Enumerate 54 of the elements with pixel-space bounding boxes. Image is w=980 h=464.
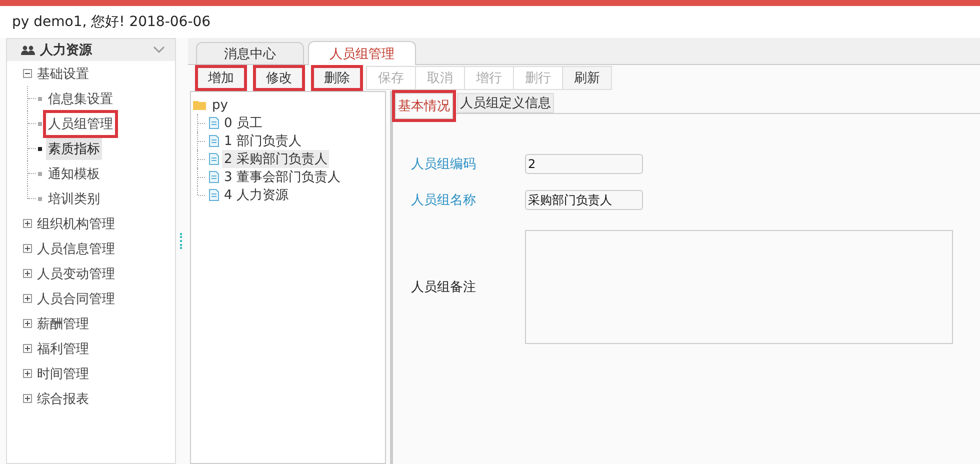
expand-icon[interactable]: [23, 269, 32, 278]
sidebar-item[interactable]: 福利管理: [37, 340, 89, 358]
sidebar-item[interactable]: 人员信息管理: [37, 240, 115, 258]
collapse-icon[interactable]: [23, 69, 32, 78]
sidebar-item[interactable]: 培训类别: [46, 188, 102, 210]
toolbar-button[interactable]: 修改: [254, 66, 304, 90]
toolbar-button[interactable]: 删除: [312, 66, 362, 90]
sidebar-header[interactable]: 人力资源: [7, 39, 175, 61]
people-icon: [21, 45, 35, 55]
document-icon: [209, 153, 219, 165]
tree-node[interactable]: 1 部门负责人: [222, 132, 304, 150]
document-icon: [209, 189, 219, 201]
sidebar-item[interactable]: 信息集设置: [46, 88, 115, 110]
expand-icon[interactable]: [23, 344, 32, 353]
sidebar-title: 人力资源: [40, 42, 94, 59]
expand-icon[interactable]: [23, 319, 32, 328]
expand-icon[interactable]: [23, 394, 32, 403]
expand-icon[interactable]: [23, 244, 32, 253]
splitter-handle[interactable]: [180, 233, 184, 249]
folder-icon: [193, 100, 206, 110]
tree-node[interactable]: 3 董事会部门负责人: [222, 168, 342, 186]
sidebar-item[interactable]: 人员合同管理: [37, 290, 115, 308]
sidebar-item[interactable]: 薪酬管理: [37, 314, 89, 332]
sidebar-item[interactable]: 基础设置: [37, 64, 89, 82]
document-icon: [209, 135, 219, 147]
toolbar-button[interactable]: 刷新: [562, 66, 612, 90]
sidebar-item[interactable]: 人员组管理: [46, 112, 115, 134]
tab[interactable]: 消息中心: [196, 42, 304, 64]
field-label: 人员组名称: [410, 192, 477, 209]
field-label: 人员组编码: [410, 156, 477, 173]
sidebar-item[interactable]: 通知模板: [46, 162, 102, 184]
tree-node[interactable]: 2 采购部门负责人: [222, 150, 330, 168]
tab[interactable]: 人员组定义信息: [457, 93, 554, 113]
sidebar-item[interactable]: 时间管理: [37, 364, 89, 382]
input-field[interactable]: 采购部门负责人: [525, 190, 643, 210]
expand-icon[interactable]: [23, 219, 32, 228]
textarea-field[interactable]: [525, 230, 953, 344]
sidebar-item[interactable]: 综合报表: [37, 390, 89, 408]
sidebar-item[interactable]: 人员变动管理: [37, 264, 115, 282]
tree-node[interactable]: 4 人力资源: [222, 186, 290, 204]
tree-node[interactable]: py: [210, 98, 230, 112]
sidebar-item[interactable]: 素质指标: [46, 138, 102, 160]
tree-node[interactable]: 0 员工: [222, 114, 264, 132]
expand-icon[interactable]: [23, 369, 32, 378]
document-icon: [209, 117, 219, 129]
input-field[interactable]: 2: [525, 154, 643, 174]
greeting-text: py demo1, 您好! 2018-06-06: [12, 13, 211, 31]
expand-icon[interactable]: [23, 294, 32, 303]
tab[interactable]: 人员组管理: [308, 41, 416, 65]
field-label: 人员组备注: [410, 279, 477, 296]
sidebar-item[interactable]: 组织机构管理: [37, 214, 115, 232]
document-icon: [209, 171, 219, 183]
tab[interactable]: 基本情况: [395, 93, 453, 119]
toolbar-button[interactable]: 增加: [196, 66, 246, 90]
